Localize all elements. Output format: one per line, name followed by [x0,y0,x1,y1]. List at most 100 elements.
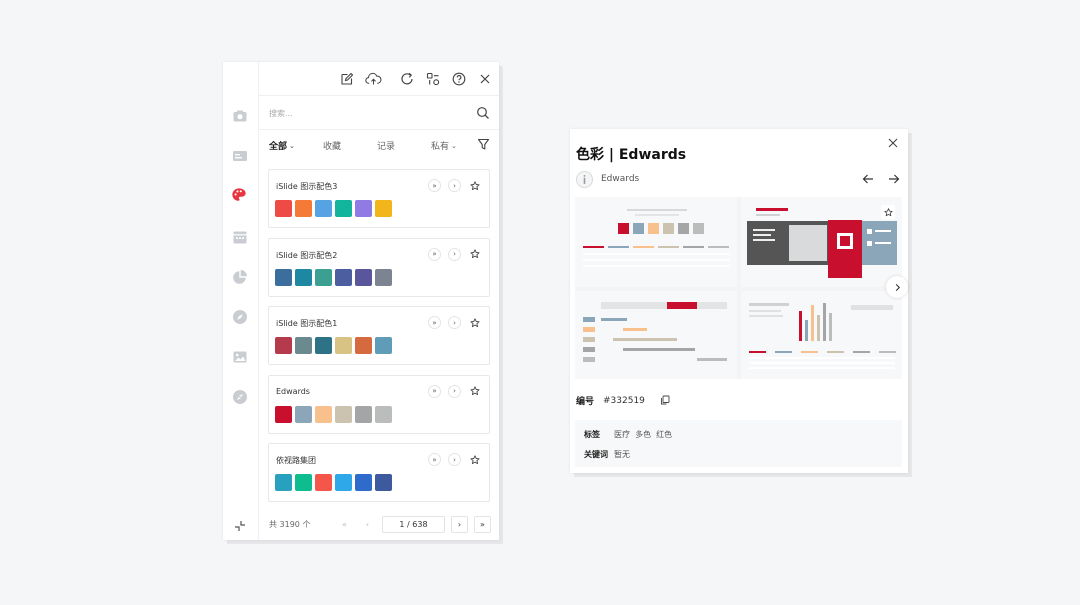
pie-chart-icon[interactable] [232,269,248,285]
color-swatch[interactable] [355,405,372,423]
color-swatch[interactable] [315,337,332,354]
apply-button[interactable]: › [448,384,461,398]
star-icon [469,180,480,190]
apply-button[interactable]: › [448,247,461,261]
chevron-right-icon: › [453,318,456,327]
edit-icon[interactable] [339,71,354,86]
tab-favorites[interactable]: 收藏 [323,139,341,152]
color-swatch[interactable] [355,337,372,354]
favorite-button[interactable] [468,248,481,261]
color-swatches [275,268,392,286]
next-page-button[interactable]: › [451,516,468,533]
star-icon [469,249,480,259]
last-page-button[interactable]: » [474,516,491,533]
apply-all-button[interactable]: » [428,247,441,261]
color-swatch[interactable] [375,405,392,423]
refresh-icon[interactable] [399,71,414,86]
color-swatch[interactable] [275,474,292,491]
color-swatch[interactable] [315,405,332,423]
color-swatches [275,405,392,423]
card-icon[interactable] [232,148,248,164]
filter-tabs: 全部 ⌄ 收藏 记录 私有 ⌄ [259,130,499,160]
favorite-button[interactable] [881,205,895,219]
color-swatch[interactable] [335,405,352,423]
tab-history[interactable]: 记录 [377,139,395,152]
compass-icon[interactable] [232,309,248,325]
apply-button[interactable]: › [448,179,461,192]
palette-card[interactable]: Edwards» › [268,374,490,434]
star-icon [883,207,893,216]
color-swatch[interactable] [275,337,292,354]
tab-all[interactable]: 全部 ⌄ [269,139,295,153]
explore-icon[interactable] [232,389,248,405]
preview-slide [575,197,737,287]
color-swatch[interactable] [275,268,292,286]
tab-private[interactable]: 私有 ⌄ [431,139,457,153]
apply-all-button[interactable]: » [428,453,441,466]
color-swatch[interactable] [335,200,352,217]
apply-button[interactable]: › [448,453,461,466]
color-swatch[interactable] [295,474,312,491]
total-count: 共 3190 个 [269,520,311,529]
filter-icon[interactable] [477,138,490,151]
next-preview-button[interactable] [886,276,908,298]
tags-row: 标签 医疗 多色 红色 [584,430,673,439]
help-icon[interactable] [451,71,466,86]
collapse-icon[interactable] [234,517,246,531]
color-swatch[interactable] [355,474,372,491]
favorite-button[interactable] [468,385,481,398]
chevron-right-icon: › [453,250,456,258]
first-page-button[interactable]: « [336,516,353,533]
palette-card[interactable]: 依视路集团 » › [268,443,490,502]
favorite-button[interactable] [468,316,481,329]
page-input[interactable] [382,516,445,533]
color-swatch[interactable] [295,337,312,354]
copy-icon[interactable] [660,395,670,405]
palette-title: 依视路集团 [276,456,316,465]
calendar-icon[interactable] [232,229,248,245]
apply-button[interactable]: › [448,316,461,329]
camera-icon[interactable] [232,108,248,124]
palette-card[interactable]: iSlide 图示配色2» › [268,237,490,297]
prev-page-button[interactable]: ‹ [359,516,376,533]
color-swatch[interactable] [375,474,392,491]
apply-all-button[interactable]: » [428,316,441,329]
color-swatch[interactable] [355,200,372,217]
avatar [576,171,593,188]
palette-card[interactable]: iSlide 图示配色3 » › [268,169,490,228]
apply-all-button[interactable]: » [428,179,441,192]
color-swatch[interactable] [355,268,372,286]
search-icon[interactable] [476,106,490,120]
color-swatch[interactable] [335,337,352,354]
color-swatch[interactable] [335,474,352,491]
cloud-upload-icon[interactable] [364,71,382,86]
star-icon [469,386,480,396]
color-swatch[interactable] [315,474,332,491]
color-swatch[interactable] [375,337,392,354]
color-swatch[interactable] [295,268,312,286]
close-icon[interactable] [477,71,492,86]
image-icon[interactable] [232,349,248,365]
palette-title: iSlide 图示配色3 [276,182,338,191]
palette-card[interactable]: iSlide 图示配色1» › [268,306,490,365]
color-swatch[interactable] [295,405,312,423]
color-swatch[interactable] [375,268,392,286]
shapes-icon[interactable] [425,71,440,86]
palette-icon[interactable] [231,187,247,203]
apply-all-button[interactable]: » [428,384,441,398]
color-swatch[interactable] [335,268,352,286]
search-input[interactable] [269,105,469,121]
double-chevron-icon: » [432,250,437,258]
favorite-button[interactable] [468,453,481,466]
palette-preview[interactable] [575,197,902,379]
color-swatch[interactable] [275,405,292,423]
color-swatch[interactable] [315,268,332,286]
color-swatch[interactable] [315,200,332,217]
close-icon[interactable] [887,137,899,149]
color-swatch[interactable] [275,200,292,217]
arrow-right-icon[interactable] [887,172,901,186]
arrow-left-icon[interactable] [861,172,875,186]
color-swatch[interactable] [295,200,312,217]
favorite-button[interactable] [468,179,481,192]
color-swatch[interactable] [375,200,392,217]
